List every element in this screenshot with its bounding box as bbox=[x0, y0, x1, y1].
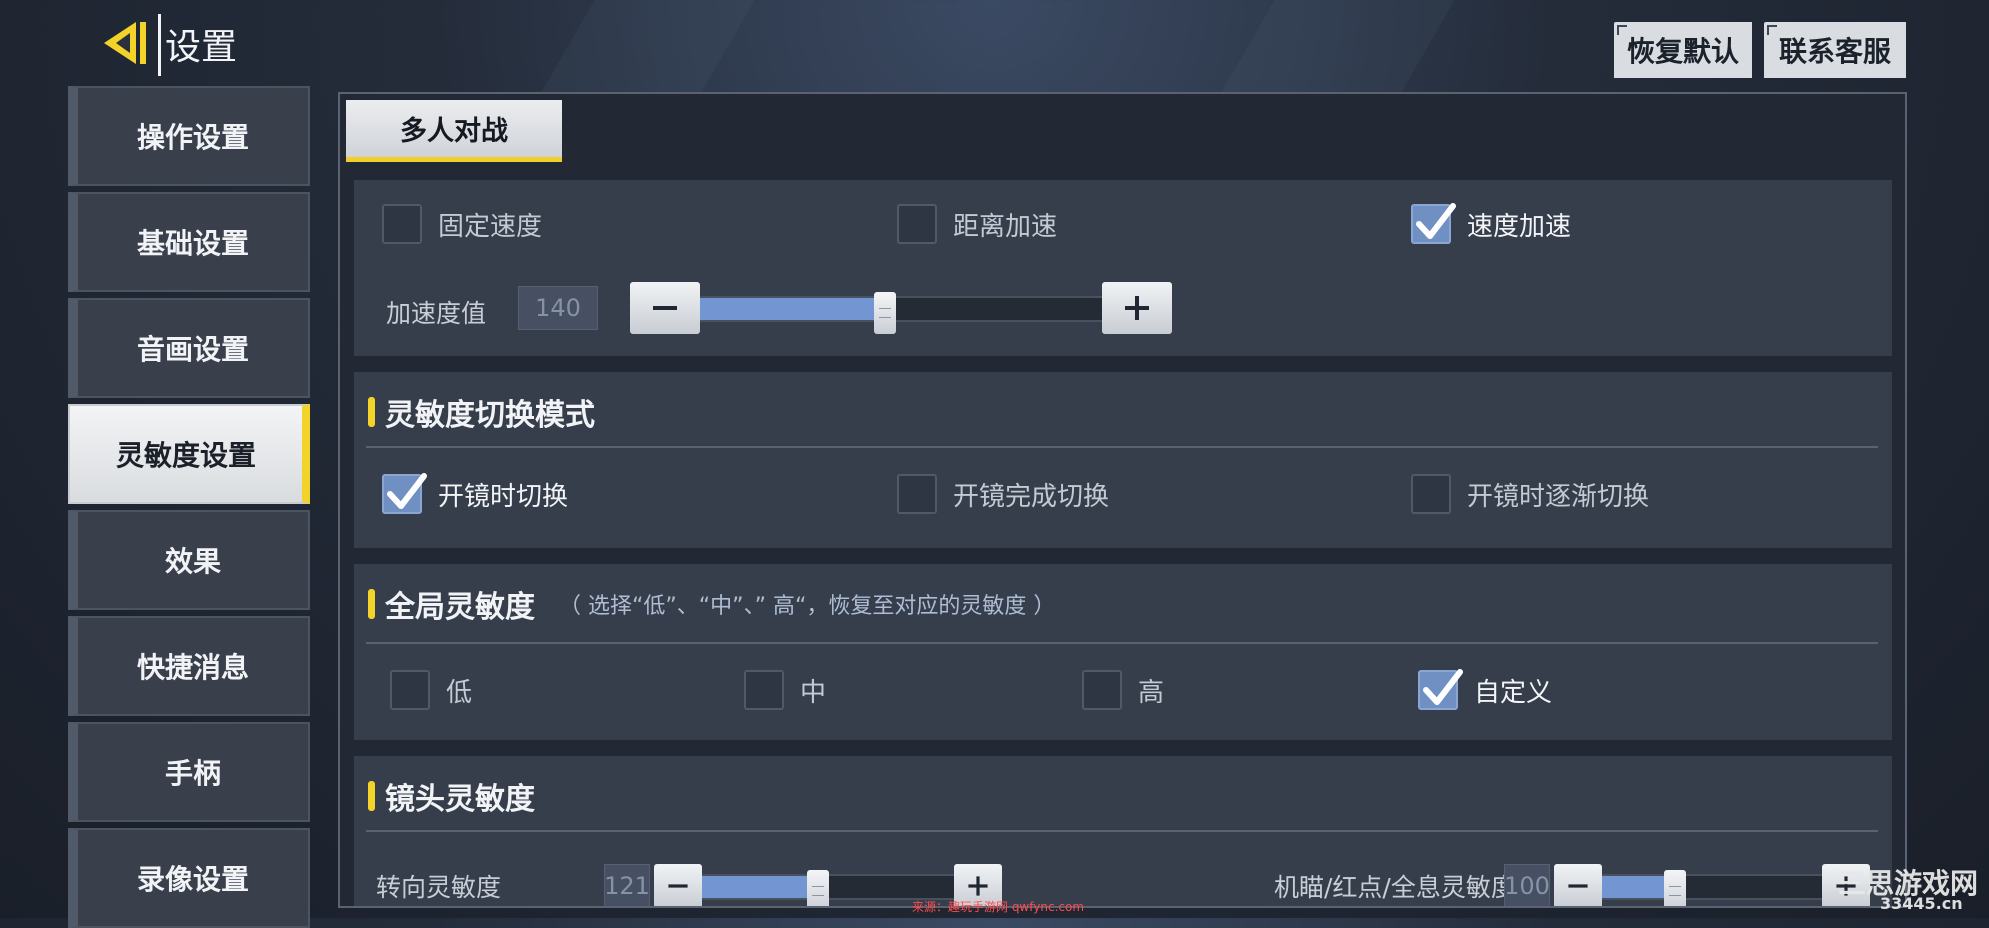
option-label: 速度加速 bbox=[1467, 211, 1572, 242]
check-icon bbox=[387, 473, 427, 509]
checkbox[interactable] bbox=[382, 473, 427, 514]
option-label: 开镜时切换 bbox=[438, 481, 569, 512]
settings-panel: 多人对战 固定速度 距离加速 速度加速 加速度值 140 灵敏度切换模式 开镜时… bbox=[338, 92, 1907, 908]
watermark-domain: 33445.cn bbox=[1880, 894, 1963, 913]
sidebar-item-effects[interactable]: 效果 bbox=[68, 510, 310, 610]
back-button[interactable] bbox=[100, 18, 152, 68]
section-title: 灵敏度切换模式 bbox=[368, 390, 595, 434]
check-icon bbox=[1423, 669, 1463, 705]
watermark-source: 来源：趣玩手游网 qwfync.com bbox=[912, 900, 1085, 914]
option-distance-accel[interactable]: 距离加速 bbox=[897, 204, 1057, 244]
section-note: （ 选择“低”、“中”、” 高“，恢复至对应的灵敏度 ） bbox=[559, 594, 1056, 619]
divider bbox=[366, 830, 1878, 832]
scope-sensitivity-value: 100 bbox=[1504, 864, 1550, 906]
option-custom[interactable]: 自定义 bbox=[1418, 669, 1553, 710]
sidebar-item-sensitivity[interactable]: 灵敏度设置 bbox=[68, 404, 310, 504]
option-switch-after-scope[interactable]: 开镜完成切换 bbox=[897, 474, 1109, 514]
section-title-text: 全局灵敏度 bbox=[385, 590, 535, 625]
option-fixed-speed[interactable]: 固定速度 bbox=[382, 204, 542, 244]
section-title: 全局灵敏度 （ 选择“低”、“中”、” 高“，恢复至对应的灵敏度 ） bbox=[368, 582, 1055, 626]
check-icon bbox=[1416, 203, 1456, 239]
top-bar: 设置 恢复默认 联系客服 bbox=[0, 0, 1989, 80]
option-switch-on-scope[interactable]: 开镜时切换 bbox=[382, 473, 569, 514]
turn-sensitivity-label: 转向灵敏度 bbox=[376, 873, 502, 902]
sidebar-item-controls[interactable]: 操作设置 bbox=[68, 86, 310, 186]
sidebar-item-quick-messages[interactable]: 快捷消息 bbox=[68, 616, 310, 716]
option-high[interactable]: 高 bbox=[1082, 670, 1164, 710]
checkbox[interactable] bbox=[1082, 670, 1122, 710]
option-label: 开镜完成切换 bbox=[953, 481, 1110, 512]
option-label: 固定速度 bbox=[438, 211, 543, 242]
option-label: 自定义 bbox=[1474, 677, 1553, 708]
checkbox[interactable] bbox=[382, 204, 422, 244]
increase-button[interactable] bbox=[1102, 282, 1172, 334]
accent-bar bbox=[368, 589, 375, 619]
accel-value: 140 bbox=[518, 286, 598, 330]
decrease-button[interactable] bbox=[630, 282, 700, 334]
option-label: 距离加速 bbox=[953, 211, 1058, 242]
minus-icon bbox=[653, 306, 677, 310]
checkbox[interactable] bbox=[1411, 203, 1456, 244]
slider-fill bbox=[702, 876, 818, 898]
accent-bar bbox=[368, 397, 375, 427]
option-label: 中 bbox=[800, 677, 827, 708]
option-label: 开镜时逐渐切换 bbox=[1467, 481, 1650, 512]
scope-sensitivity-label: 机瞄/红点/全息灵敏度 bbox=[1274, 873, 1516, 902]
checkbox[interactable] bbox=[390, 670, 430, 710]
scope-sensitivity-slider[interactable] bbox=[1602, 870, 1822, 906]
section-title-text: 灵敏度切换模式 bbox=[385, 398, 595, 433]
decrease-button[interactable] bbox=[1554, 864, 1602, 906]
acceleration-section: 固定速度 距离加速 速度加速 加速度值 140 bbox=[354, 180, 1892, 356]
checkbox[interactable] bbox=[897, 204, 937, 244]
option-label: 低 bbox=[446, 677, 473, 708]
turn-sensitivity-slider[interactable] bbox=[702, 870, 954, 906]
decrease-button[interactable] bbox=[654, 864, 702, 906]
plus-icon bbox=[1125, 296, 1149, 320]
restore-default-button[interactable]: 恢复默认 bbox=[1614, 22, 1752, 78]
global-sensitivity-section: 全局灵敏度 （ 选择“低”、“中”、” 高“，恢复至对应的灵敏度 ） 低 中 高… bbox=[354, 564, 1892, 740]
accel-value-label: 加速度值 bbox=[386, 299, 487, 328]
plus-icon bbox=[968, 876, 988, 896]
checkbox[interactable] bbox=[1418, 669, 1463, 710]
slider-thumb[interactable] bbox=[873, 292, 896, 334]
option-speed-accel[interactable]: 速度加速 bbox=[1411, 203, 1572, 244]
tab-multiplayer[interactable]: 多人对战 bbox=[346, 100, 562, 162]
option-switch-gradual[interactable]: 开镜时逐渐切换 bbox=[1411, 474, 1649, 514]
option-low[interactable]: 低 bbox=[390, 670, 472, 710]
checkbox[interactable] bbox=[1411, 474, 1451, 514]
checkbox[interactable] bbox=[897, 474, 937, 514]
minus-icon bbox=[668, 884, 688, 888]
sidebar-item-basic[interactable]: 基础设置 bbox=[68, 192, 310, 292]
sidebar-item-recording[interactable]: 录像设置 bbox=[68, 828, 310, 928]
contact-service-button[interactable]: 联系客服 bbox=[1764, 22, 1906, 78]
slider-fill bbox=[700, 298, 885, 320]
divider bbox=[366, 642, 1878, 644]
switch-mode-section: 灵敏度切换模式 开镜时切换 开镜完成切换 开镜时逐渐切换 bbox=[354, 372, 1892, 548]
accel-slider[interactable] bbox=[700, 292, 1102, 334]
checkbox[interactable] bbox=[744, 670, 784, 710]
divider bbox=[366, 446, 1878, 448]
accent-bar bbox=[368, 781, 375, 811]
section-title: 镜头灵敏度 bbox=[368, 774, 535, 818]
sidebar-item-audio-video[interactable]: 音画设置 bbox=[68, 298, 310, 398]
slider-thumb[interactable] bbox=[806, 870, 829, 906]
page-title: 设置 bbox=[158, 14, 241, 76]
camera-sensitivity-section: 镜头灵敏度 转向灵敏度 121 机瞄/红点/全息灵敏度 100 bbox=[354, 756, 1892, 906]
minus-icon bbox=[1568, 884, 1588, 888]
back-arrow-icon bbox=[104, 22, 146, 64]
option-label: 高 bbox=[1138, 677, 1165, 708]
option-medium[interactable]: 中 bbox=[744, 670, 826, 710]
turn-sensitivity-value: 121 bbox=[604, 864, 650, 906]
slider-thumb[interactable] bbox=[1663, 870, 1686, 906]
section-title-text: 镜头灵敏度 bbox=[385, 782, 535, 817]
sidebar-item-gamepad[interactable]: 手柄 bbox=[68, 722, 310, 822]
